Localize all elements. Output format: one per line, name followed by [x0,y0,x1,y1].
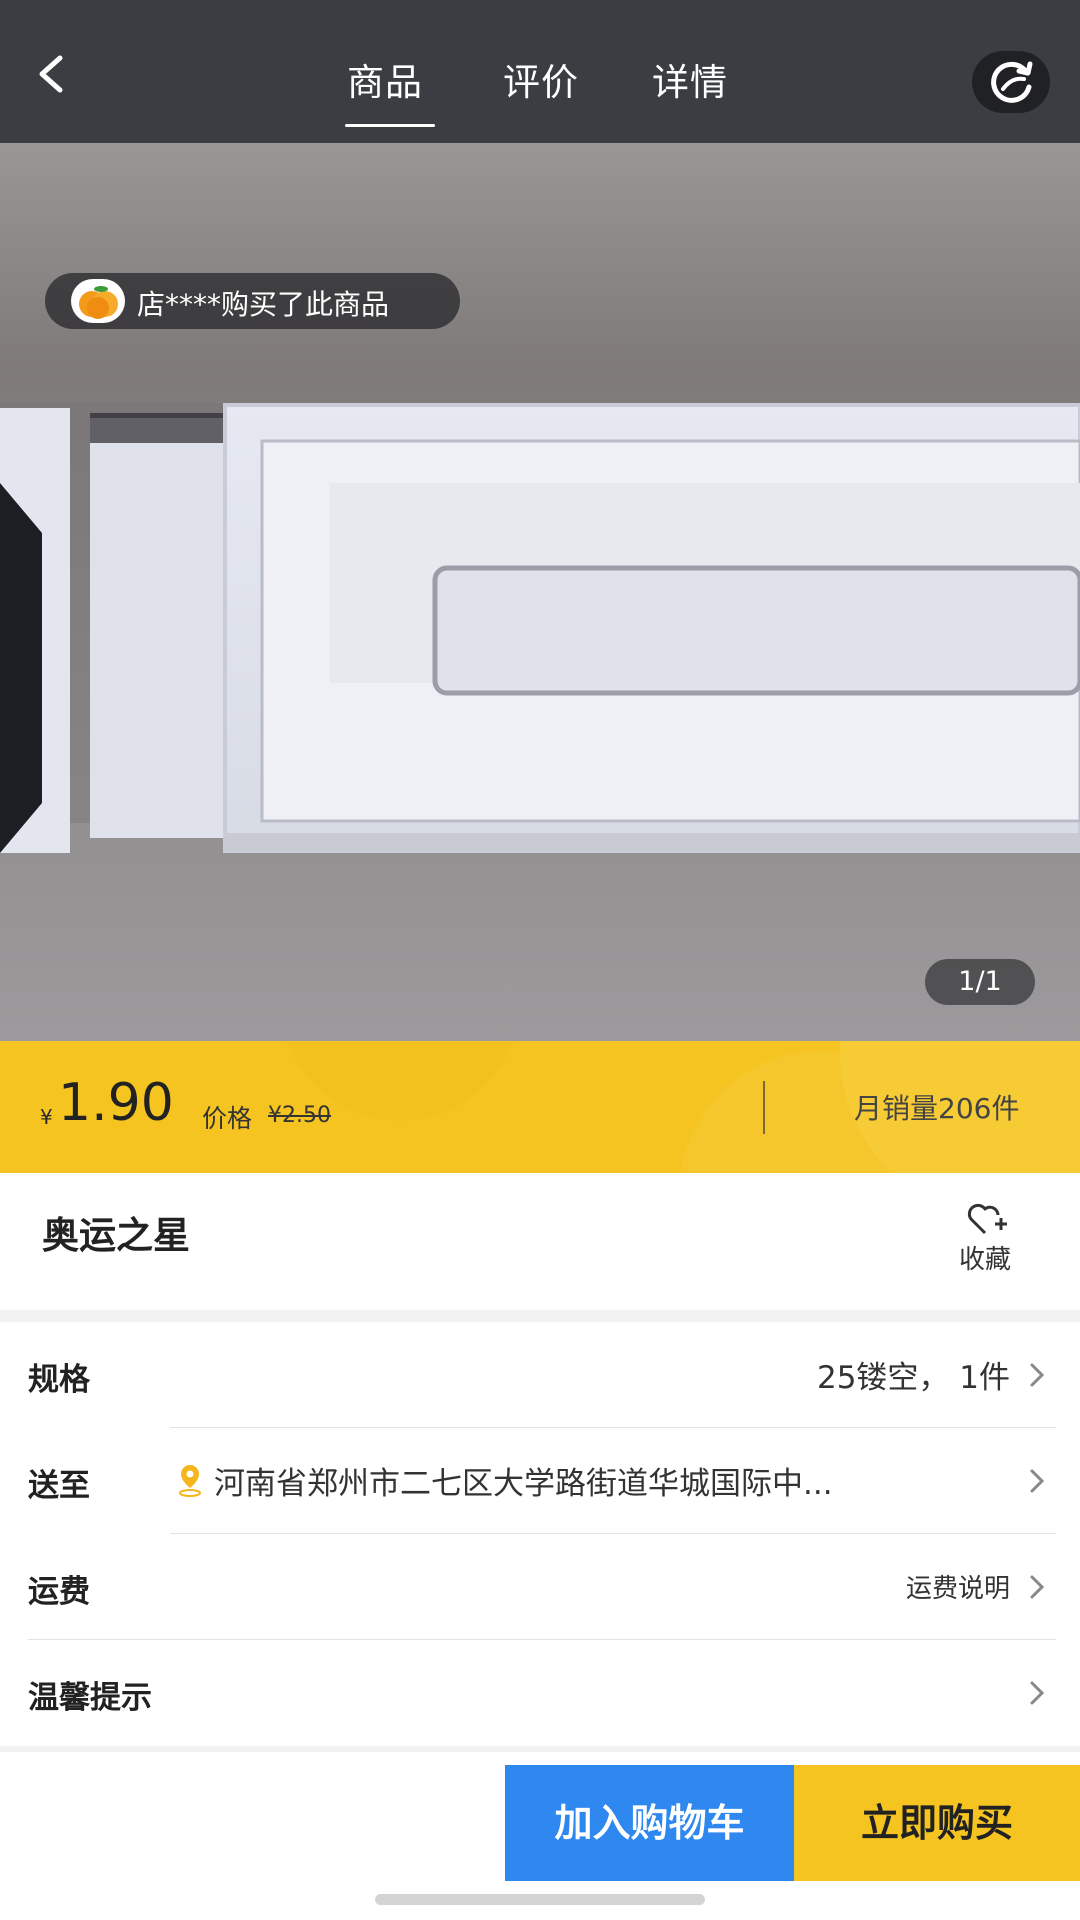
product-title: 奥运之星 [42,1214,190,1257]
buyer-avatar [71,279,125,323]
product-title-row: 奥运之星 收藏 [0,1173,1080,1310]
chevron-right-icon [1030,1363,1045,1387]
original-price-label: 价格 [202,1104,253,1133]
active-tab-indicator [345,124,435,127]
row-spec[interactable]: 规格 25镂空， 1件 [0,1322,1080,1428]
monthly-sales: 月销量206件 [854,1092,1020,1125]
tab-details[interactable]: 详情 [652,52,728,106]
section-gap [0,1310,1080,1322]
tab-reviews[interactable]: 评价 [503,52,579,106]
refresh-share-icon [991,61,1033,103]
bottom-action-bar: 加入购物车 立即购买 [0,1752,1080,1920]
add-to-cart-button[interactable]: 加入购物车 [505,1765,794,1881]
location-pin-icon [179,1465,201,1497]
share-button[interactable] [972,51,1050,113]
heart-plus-icon [967,1203,1007,1235]
price-bar: ¥ 1.90 价格 ¥2.50 月销量206件 [0,1041,1080,1173]
price-divider [763,1081,765,1134]
spec-label: 规格 [28,1362,90,1398]
current-price: 1.90 [58,1073,174,1133]
spec-value: 25镂空， 1件 [816,1360,1010,1396]
freight-label: 运费 [28,1574,90,1610]
tab-product[interactable]: 商品 [347,52,423,106]
favorite-button[interactable]: 收藏 [940,1201,1030,1281]
original-price: ¥2.50 [268,1103,331,1128]
ship-to-label: 送至 [28,1468,90,1504]
favorite-label: 收藏 [958,1245,1011,1275]
back-chevron-icon[interactable] [28,50,76,98]
product-image-gallery[interactable]: 店****购买了此商品 1/1 [0,143,1080,1041]
ship-to-address: 河南省郑州市二七区大学路街道华城国际中... [214,1466,833,1502]
chevron-right-icon [1030,1575,1045,1599]
row-tips[interactable]: 温馨提示 [0,1640,1080,1746]
home-indicator[interactable] [375,1894,705,1905]
chevron-right-icon [1030,1681,1045,1705]
recent-buyer-notice: 店****购买了此商品 [45,273,460,329]
chevron-right-icon [1030,1469,1045,1493]
buy-now-button[interactable]: 立即购买 [794,1765,1080,1881]
row-freight[interactable]: 运费 运费说明 [0,1534,1080,1640]
freight-info-link: 运费说明 [905,1574,1010,1604]
top-nav-bar: 商品 评价 详情 [0,0,1080,143]
image-counter: 1/1 [925,959,1035,1005]
tips-label: 温馨提示 [28,1680,152,1716]
buyer-notice-text: 店****购买了此商品 [137,288,390,321]
currency-symbol: ¥ [40,1105,53,1129]
orange-fruit-icon [79,286,118,319]
row-ship-to[interactable]: 送至 河南省郑州市二七区大学路街道华城国际中... [0,1428,1080,1534]
